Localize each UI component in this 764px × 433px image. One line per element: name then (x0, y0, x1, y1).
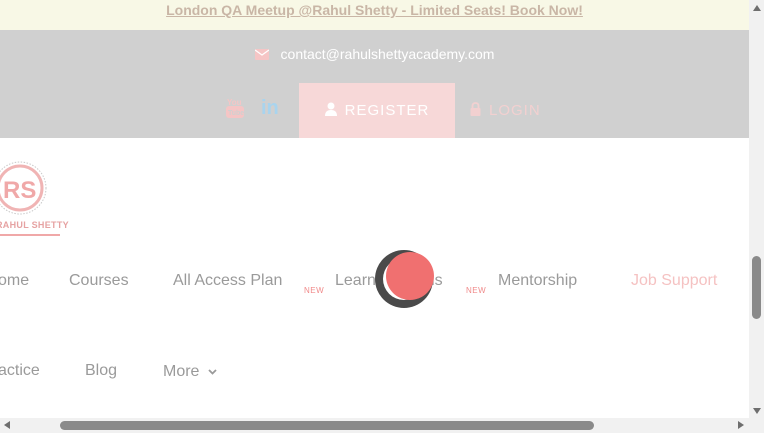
register-button[interactable]: REGISTER (299, 83, 455, 138)
svg-text:RS: RS (3, 177, 36, 204)
mail-icon (254, 47, 269, 63)
scroll-left-arrow-icon[interactable] (4, 421, 10, 429)
announcement-bar: London QA Meetup @Rahul Shetty - Limited… (0, 0, 749, 30)
horizontal-scrollbar-thumb[interactable] (60, 421, 594, 430)
secondary-nav: actice Blog More (0, 362, 749, 386)
lock-icon (470, 101, 481, 120)
svg-text:You: You (227, 98, 242, 107)
horizontal-scrollbar[interactable] (0, 418, 749, 433)
vertical-scrollbar[interactable] (749, 0, 764, 418)
loading-spinner-icon (374, 249, 434, 309)
youtube-icon[interactable]: You Tube (226, 97, 244, 123)
nav-item-all-access-plan[interactable]: All Access Plan (173, 272, 282, 290)
contact-email[interactable]: contact@rahulshettyacademy.com (0, 46, 749, 63)
chevron-down-icon (208, 362, 217, 380)
logo-text: RAHUL SHETTY (0, 220, 69, 230)
scroll-right-arrow-icon[interactable] (738, 421, 744, 429)
scrollbar-corner (749, 418, 764, 433)
svg-text:in: in (261, 97, 279, 117)
more-label: More (163, 363, 200, 380)
login-button[interactable]: LOGIN (470, 83, 570, 138)
user-icon (324, 102, 337, 120)
nav-item-home[interactable]: ome (0, 272, 29, 290)
new-badge: NEW (466, 286, 487, 295)
nav-item-practice[interactable]: actice (0, 362, 40, 380)
announcement-link[interactable]: London QA Meetup @Rahul Shetty - Limited… (166, 2, 583, 18)
scroll-up-arrow-icon[interactable] (753, 5, 761, 11)
new-badge: NEW (304, 286, 325, 295)
nav-item-job-support[interactable]: Job Support (631, 272, 717, 290)
nav-item-courses[interactable]: Courses (69, 272, 129, 290)
nav-item-more[interactable]: More (163, 362, 217, 381)
linkedin-icon[interactable]: in (261, 97, 283, 121)
page: London QA Meetup @Rahul Shetty - Limited… (0, 0, 749, 418)
nav-item-mentorship[interactable]: Mentorship (498, 272, 577, 290)
email-text: contact@rahulshettyacademy.com (280, 46, 495, 62)
register-label: REGISTER (344, 102, 430, 119)
top-bar: contact@rahulshettyacademy.com You Tube … (0, 30, 749, 138)
svg-text:Tube: Tube (228, 110, 244, 117)
nav-item-blog[interactable]: Blog (85, 362, 117, 380)
login-label: LOGIN (489, 102, 541, 119)
scroll-down-arrow-icon[interactable] (753, 408, 761, 414)
vertical-scrollbar-thumb[interactable] (752, 256, 761, 319)
